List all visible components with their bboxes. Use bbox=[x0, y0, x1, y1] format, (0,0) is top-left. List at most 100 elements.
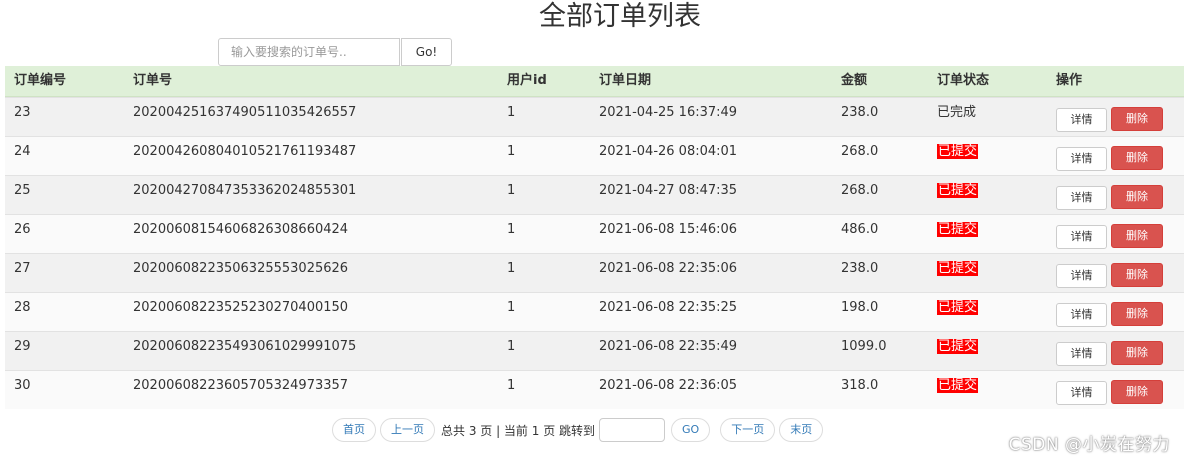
user-id: 1 bbox=[507, 378, 516, 393]
table-row: 30 20200608223605705324973357 1 2021-06-08 … bbox=[5, 370, 1184, 409]
pagination: 首页 上一页 总共 3 页 | 当前 1 页 跳转到 GO 下一页 末页 bbox=[332, 418, 827, 442]
cell-user-id: 1 bbox=[498, 176, 590, 214]
page-summary: 总共 3 页 | 当前 1 页 跳转到 bbox=[441, 423, 596, 438]
jump-page-input[interactable] bbox=[599, 418, 666, 442]
cell-status: 已提交 bbox=[928, 332, 1047, 370]
cell-actions: 详情 删除 bbox=[1047, 137, 1184, 175]
cell-user-id: 1 bbox=[498, 215, 590, 253]
delete-button[interactable]: 删除 bbox=[1111, 224, 1163, 248]
header-amount: 金额 bbox=[841, 73, 868, 88]
order-amount: 268.0 bbox=[841, 144, 879, 159]
cell-amount: 318.0 bbox=[832, 371, 928, 409]
order-date: 2021-04-27 08:47:35 bbox=[599, 183, 738, 198]
user-id: 1 bbox=[507, 105, 516, 120]
delete-button[interactable]: 删除 bbox=[1111, 185, 1163, 209]
order-amount: 198.0 bbox=[841, 300, 879, 315]
table-row: 25 202004270847353362024855301 1 2021-04-27… bbox=[5, 175, 1184, 214]
table-header: 订单编号 订单号 用户id 订单日期 金额 订单状态 操作 bbox=[5, 66, 1184, 97]
cell-actions: 详情 删除 bbox=[1047, 176, 1184, 214]
next-page-button[interactable]: 下一页 bbox=[720, 418, 776, 442]
cell-order-number: 20200608223605705324973357 bbox=[124, 371, 498, 409]
jump-go-button[interactable]: GO bbox=[671, 418, 711, 442]
cell-amount: 198.0 bbox=[832, 293, 928, 331]
last-page-button[interactable]: 末页 bbox=[779, 418, 824, 442]
user-id: 1 bbox=[507, 144, 516, 159]
order-number: 202004260804010521761193487 bbox=[133, 144, 357, 159]
header-order-number: 订单号 bbox=[133, 73, 173, 88]
cell-status: 已提交 bbox=[928, 254, 1047, 292]
delete-button[interactable]: 删除 bbox=[1111, 107, 1163, 131]
cell-amount: 486.0 bbox=[832, 215, 928, 253]
header-order-date: 订单日期 bbox=[599, 73, 652, 88]
cell-amount: 238.0 bbox=[832, 98, 928, 136]
cell-order-date: 2021-06-08 22:35:06 bbox=[590, 254, 832, 292]
order-date: 2021-04-26 08:04:01 bbox=[599, 144, 738, 159]
cell-amount: 268.0 bbox=[832, 137, 928, 175]
cell-user-id: 1 bbox=[498, 98, 590, 136]
watermark: CSDN @小炭在努力 bbox=[1008, 435, 1170, 455]
cell-status: 已完成 bbox=[928, 98, 1047, 136]
cell-order-number: 202004260804010521761193487 bbox=[124, 137, 498, 175]
order-date: 2021-06-08 22:35:25 bbox=[599, 300, 738, 315]
detail-button[interactable]: 详情 bbox=[1056, 108, 1107, 132]
delete-button[interactable]: 删除 bbox=[1111, 146, 1163, 170]
cell-order-id: 29 bbox=[5, 332, 124, 370]
order-date: 2021-06-08 22:35:49 bbox=[599, 339, 738, 354]
cell-order-id: 26 bbox=[5, 215, 124, 253]
cell-order-number: 20200608223506325553025626 bbox=[124, 254, 498, 292]
order-number: 202004251637490511035426557 bbox=[133, 105, 357, 120]
cell-order-id: 28 bbox=[5, 293, 124, 331]
cell-order-id: 25 bbox=[5, 176, 124, 214]
prev-page-button[interactable]: 上一页 bbox=[380, 418, 435, 442]
order-id: 26 bbox=[14, 222, 31, 237]
cell-actions: 详情 删除 bbox=[1047, 332, 1184, 370]
user-id: 1 bbox=[507, 183, 516, 198]
detail-button[interactable]: 详情 bbox=[1056, 303, 1107, 327]
detail-button[interactable]: 详情 bbox=[1056, 186, 1107, 210]
status-badge: 已提交 bbox=[937, 339, 979, 354]
delete-button[interactable]: 删除 bbox=[1111, 263, 1163, 287]
cell-user-id: 1 bbox=[498, 293, 590, 331]
delete-button[interactable]: 删除 bbox=[1111, 341, 1163, 365]
cell-order-date: 2021-06-08 22:35:25 bbox=[590, 293, 832, 331]
order-id: 23 bbox=[14, 105, 31, 120]
status-badge: 已完成 bbox=[937, 105, 977, 120]
table-row: 27 20200608223506325553025626 1 2021-06-08 … bbox=[5, 253, 1184, 292]
cell-user-id: 1 bbox=[498, 332, 590, 370]
delete-button[interactable]: 删除 bbox=[1111, 380, 1163, 404]
first-page-button[interactable]: 首页 bbox=[332, 418, 376, 442]
order-number: 20200608223506325553025626 bbox=[133, 261, 349, 276]
order-amount: 318.0 bbox=[841, 378, 879, 393]
search-input[interactable] bbox=[218, 38, 400, 66]
cell-order-date: 2021-04-27 08:47:35 bbox=[590, 176, 832, 214]
detail-button[interactable]: 详情 bbox=[1056, 147, 1107, 171]
order-amount: 238.0 bbox=[841, 105, 879, 120]
orders-page: 全部订单列表 Go! 订单编号 订单号 用户id 订单日期 金额 订单状态 操作… bbox=[0, 0, 1184, 460]
order-id: 24 bbox=[14, 144, 31, 159]
cell-order-date: 2021-06-08 15:46:06 bbox=[590, 215, 832, 253]
status-badge: 已提交 bbox=[937, 378, 979, 393]
cell-user-id: 1 bbox=[498, 371, 590, 409]
detail-button[interactable]: 详情 bbox=[1056, 264, 1107, 288]
user-id: 1 bbox=[507, 261, 516, 276]
search-go-button[interactable]: Go! bbox=[401, 38, 452, 66]
cell-order-id: 23 bbox=[5, 98, 124, 136]
order-date: 2021-06-08 15:46:06 bbox=[599, 222, 738, 237]
table-row: 24 202004260804010521761193487 1 2021-04-26… bbox=[5, 136, 1184, 175]
user-id: 1 bbox=[507, 222, 516, 237]
search-bar: Go! bbox=[218, 38, 452, 66]
order-date: 2021-04-25 16:37:49 bbox=[599, 105, 738, 120]
detail-button[interactable]: 详情 bbox=[1056, 342, 1107, 366]
detail-button[interactable]: 详情 bbox=[1056, 225, 1107, 249]
cell-order-id: 24 bbox=[5, 137, 124, 175]
cell-order-number: 20200608154606826308660424 bbox=[124, 215, 498, 253]
order-number: 20200608223605705324973357 bbox=[133, 378, 349, 393]
order-date: 2021-06-08 22:35:06 bbox=[599, 261, 738, 276]
cell-user-id: 1 bbox=[498, 137, 590, 175]
cell-order-id: 27 bbox=[5, 254, 124, 292]
delete-button[interactable]: 删除 bbox=[1111, 302, 1163, 326]
cell-order-number: 20200608223525230270400150 bbox=[124, 293, 498, 331]
cell-amount: 238.0 bbox=[832, 254, 928, 292]
order-id: 29 bbox=[14, 339, 31, 354]
detail-button[interactable]: 详情 bbox=[1056, 381, 1107, 405]
